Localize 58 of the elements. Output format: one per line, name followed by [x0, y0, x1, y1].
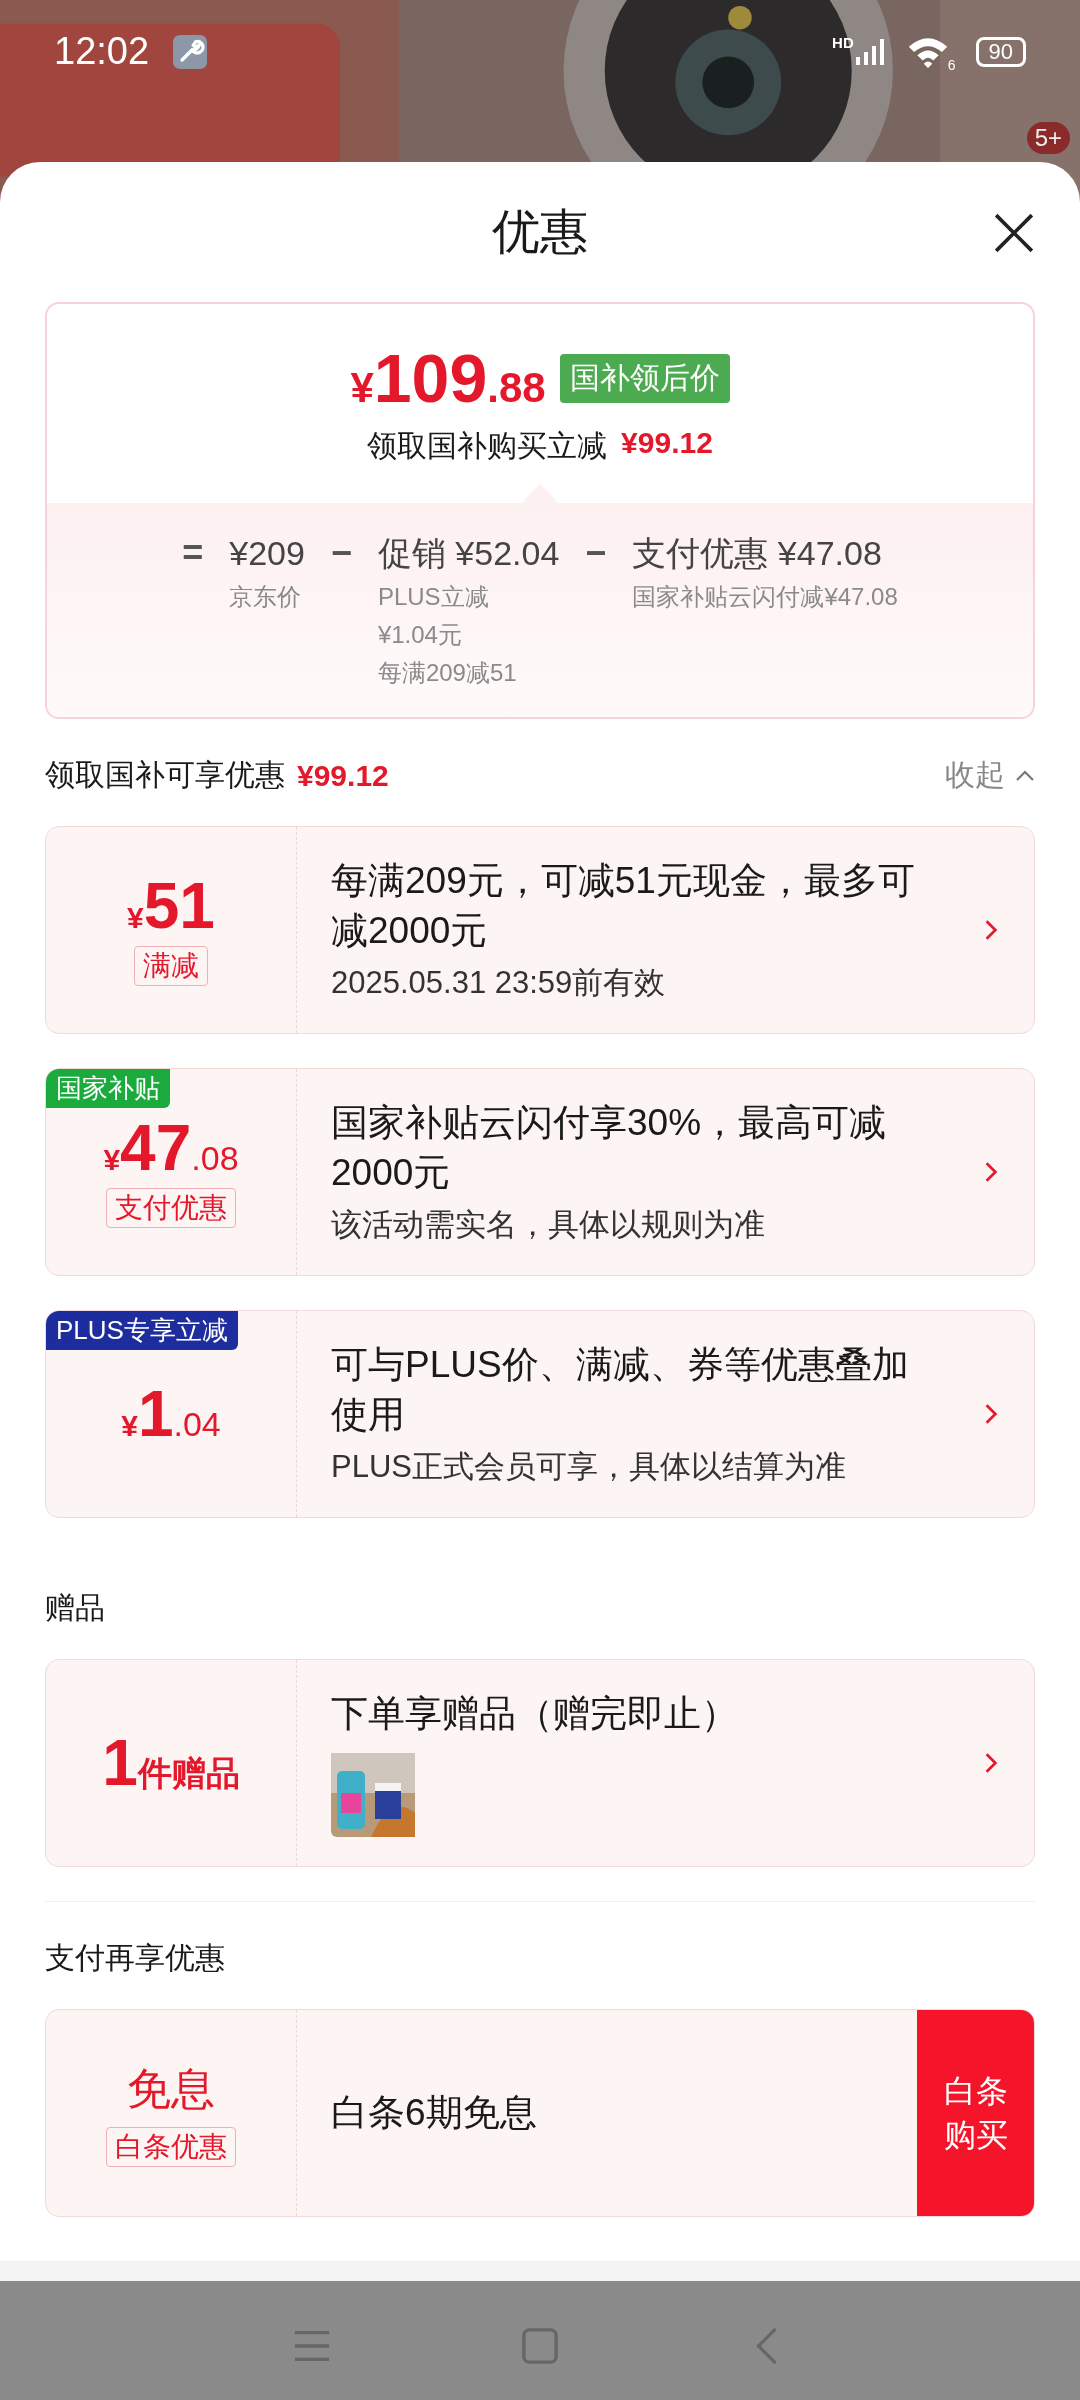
breakdown-amount: 促销 ¥52.04 — [377, 533, 560, 574]
sheet-title: 优惠 — [492, 204, 588, 260]
section-title: 赠品 — [45, 1590, 105, 1626]
saving-label: 领取国补购买立减 — [367, 428, 608, 464]
price-tag: 国补领后价 — [559, 353, 730, 403]
breakdown-note: 京东价 — [229, 582, 303, 612]
offer-tag: 满减 — [134, 946, 208, 986]
offer-badge: 国家补贴 — [46, 1069, 170, 1108]
breakdown-amount: 支付优惠 ¥47.08 — [632, 533, 883, 574]
offer-tag: 白条优惠 — [106, 2126, 236, 2167]
offer-subtitle: 2025.05.31 23:59前有效 — [331, 964, 667, 1002]
section-title: 领取国补可享优惠 — [45, 757, 285, 793]
chevron-right-icon — [984, 919, 998, 941]
battery-icon: 90 — [975, 36, 1026, 67]
offer-amount: ¥51 — [127, 874, 215, 938]
breakdown-note: 国家补贴云闪付减¥47.08 — [632, 582, 898, 612]
operator-sign: − — [330, 531, 352, 575]
offer-subtitle: PLUS正式会员可享，具体以结算为准 — [331, 1448, 847, 1486]
offer-card[interactable]: 1件赠品 下单享赠品（赠完即止） — [45, 1659, 1035, 1867]
offer-title: 国家补贴云闪付享30%，最高可减2000元 — [331, 1101, 888, 1195]
signal-icon — [855, 38, 886, 65]
offer-card[interactable]: 免息 白条优惠 白条6期免息 白条购买 — [45, 2009, 1035, 2217]
breakdown-note: PLUS立减 — [377, 582, 490, 612]
chevron-right-icon — [984, 1403, 998, 1425]
buy-button[interactable]: 白条购买 — [917, 2010, 1034, 2216]
offer-badge: PLUS专享立减 — [46, 1311, 238, 1350]
offer-title: 白条6期免息 — [331, 2091, 538, 2135]
breakdown-note: ¥1.04元 — [377, 620, 463, 650]
gift-count: 1件赠品 — [102, 1731, 240, 1795]
close-icon[interactable] — [993, 212, 1035, 254]
section-title: 支付再享优惠 — [45, 1940, 225, 1976]
offer-subtitle: 该活动需实名，具体以规则为准 — [331, 1206, 766, 1244]
saving-amount: ¥99.12 — [621, 426, 713, 461]
offer-tag: 支付优惠 — [106, 1188, 236, 1228]
section-amount: ¥99.12 — [297, 758, 389, 793]
home-icon[interactable] — [521, 2327, 559, 2365]
clock: 12:02 — [54, 30, 150, 73]
collapse-toggle[interactable]: 收起 — [945, 755, 1035, 796]
offer-amount: ¥47.08 — [103, 1116, 239, 1180]
operator-sign: − — [585, 531, 607, 575]
offer-title: 下单享赠品（赠完即止） — [331, 1692, 739, 1736]
wrench-icon — [173, 34, 208, 69]
chevron-right-icon — [984, 1752, 998, 1774]
breakdown-amount: ¥209 — [229, 533, 305, 574]
offer-card[interactable]: ¥51 满减 每满209元，可减51元现金，最多可减2000元 2025.05.31 23:59前有效 — [45, 826, 1035, 1034]
offer-card[interactable]: PLUS专享立减 ¥1.04 可与PLUS价、满减、券等优惠叠加使用 PLUS正式会员可享，具体以结算为准 — [45, 1310, 1035, 1518]
offer-headline: 免息 — [127, 2062, 215, 2115]
operator-sign: = — [182, 531, 204, 575]
offer-amount: ¥1.04 — [121, 1382, 221, 1446]
breakdown-note: 每满209减51 — [377, 658, 518, 688]
chevron-right-icon — [984, 1161, 998, 1183]
offer-title: 每满209元，可减51元现金，最多可减2000元 — [331, 859, 916, 953]
offer-card[interactable]: 国家补贴 ¥47.08 支付优惠 国家补贴云闪付享30%，最高可减2000元 该活动需实名，具体以规则为准 — [45, 1068, 1035, 1276]
wifi-label: 6 — [947, 57, 956, 73]
network-label: HD — [832, 34, 854, 51]
final-price: ¥109.88 — [350, 344, 546, 412]
offer-title: 可与PLUS价、满减、券等优惠叠加使用 — [331, 1343, 910, 1437]
chevron-icon — [1015, 769, 1035, 782]
